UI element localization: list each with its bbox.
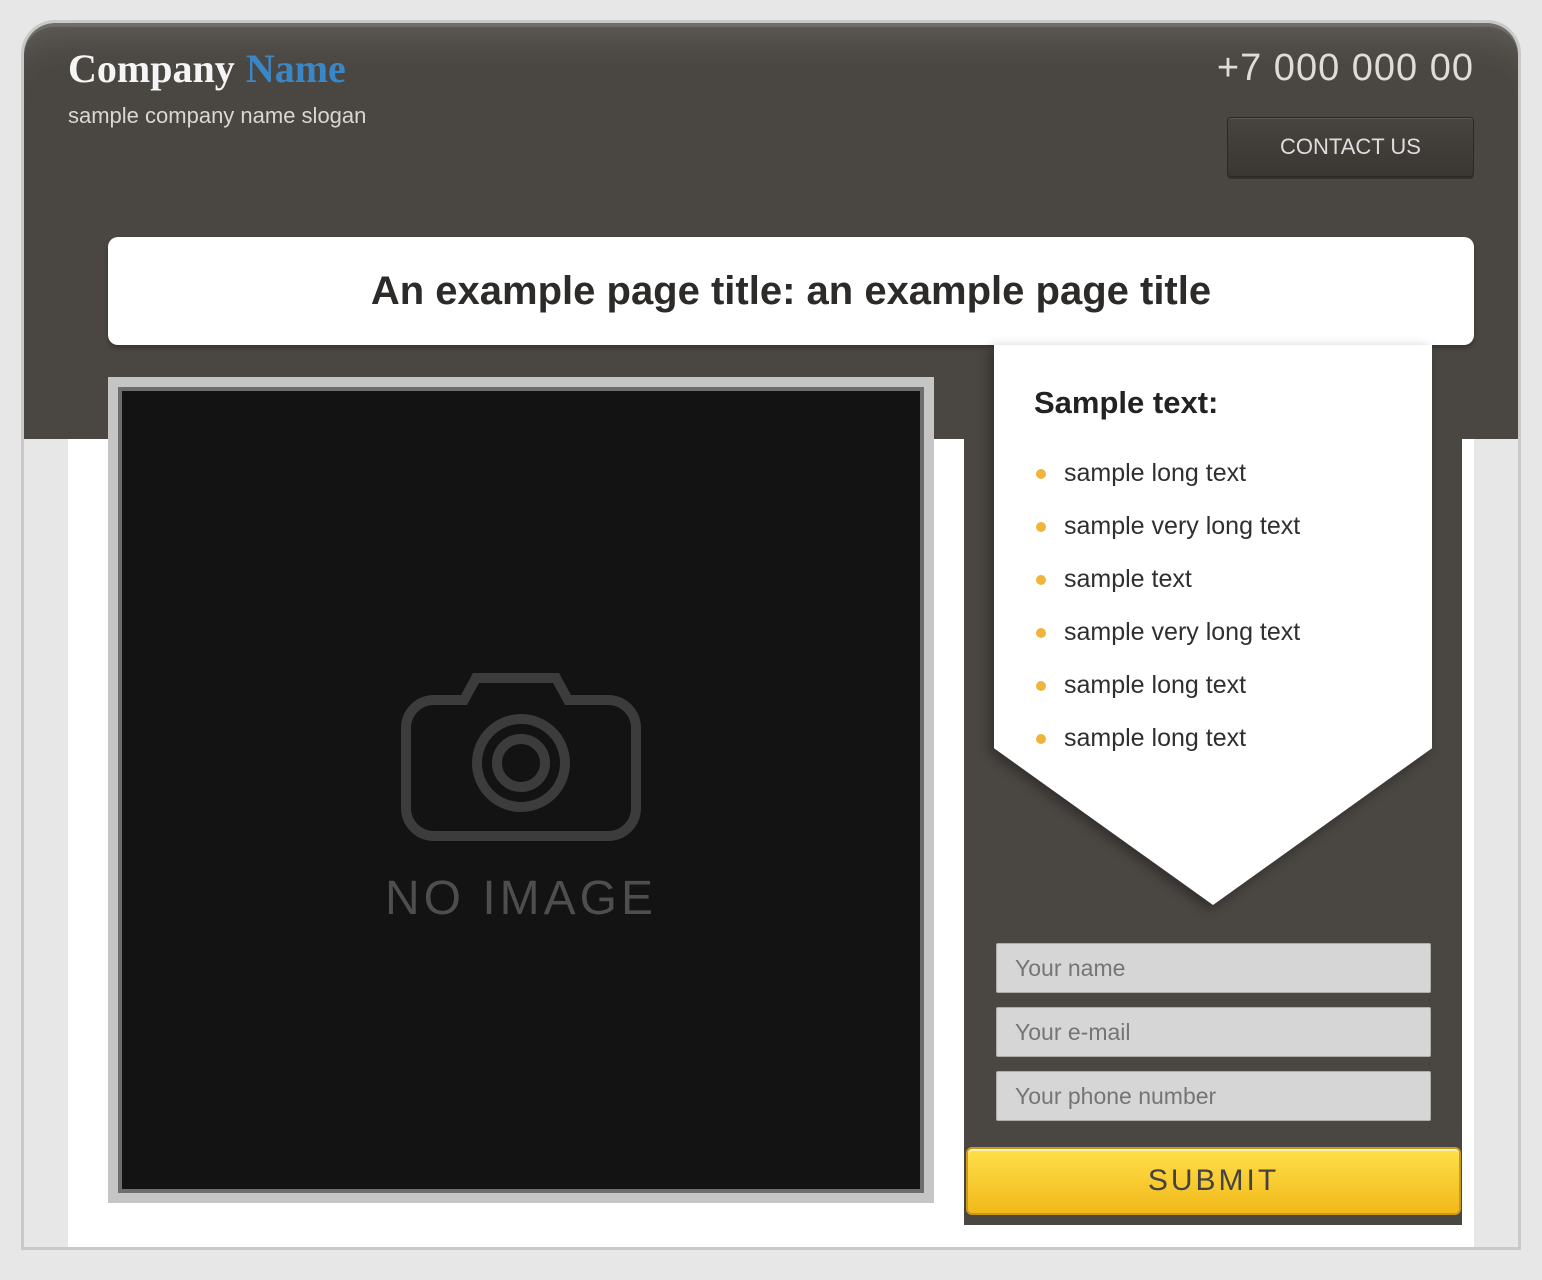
name-field[interactable] (996, 943, 1431, 993)
contact-form (996, 943, 1431, 1121)
list-item: sample text (1034, 553, 1404, 606)
list-item: sample long text (1034, 447, 1404, 500)
company-slogan: sample company name slogan (68, 103, 366, 129)
list-item: sample very long text (1034, 500, 1404, 553)
list-item: sample long text (1034, 712, 1404, 765)
submit-button[interactable]: SUBMIT (966, 1147, 1461, 1215)
page-frame: Company Name sample company name slogan … (21, 20, 1521, 1250)
company-name-part-1: Company (68, 46, 235, 91)
company-name-part-2: Name (246, 46, 346, 91)
image-caption: NO IMAGE (385, 871, 657, 926)
list-item: sample very long text (1034, 606, 1404, 659)
sidebar-ribbon: Sample text: sample long text sample ver… (994, 345, 1432, 905)
phone-number: +7 000 000 00 (1217, 49, 1474, 87)
header-right: +7 000 000 00 CONTACT US (1217, 49, 1474, 203)
phone-field[interactable] (996, 1071, 1431, 1121)
image-placeholder: NO IMAGE (118, 387, 924, 1193)
header: Company Name sample company name slogan … (24, 23, 1518, 203)
page-title: An example page title: an example page t… (371, 269, 1211, 314)
sidebar-list: sample long text sample very long text s… (1034, 447, 1404, 765)
email-field[interactable] (996, 1007, 1431, 1057)
camera-icon (396, 655, 646, 845)
list-item: sample long text (1034, 659, 1404, 712)
image-holder: NO IMAGE (108, 377, 934, 1203)
page-title-bar: An example page title: an example page t… (108, 237, 1474, 345)
header-left: Company Name sample company name slogan (68, 49, 366, 203)
company-logo: Company Name (68, 49, 366, 89)
sidebar-heading: Sample text: (1034, 385, 1404, 421)
contact-us-button[interactable]: CONTACT US (1227, 117, 1474, 177)
